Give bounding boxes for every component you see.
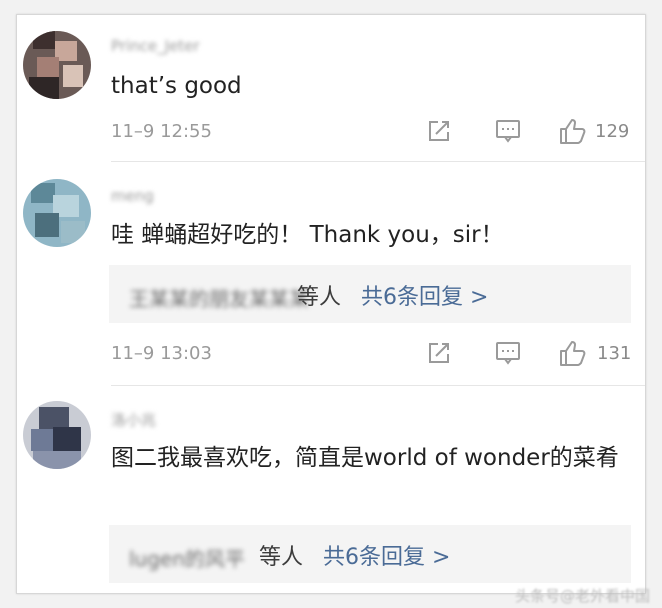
thumbs-up-icon[interactable] (559, 117, 587, 145)
divider (111, 161, 645, 162)
comment-icon[interactable] (495, 119, 521, 143)
reply-summary[interactable]: lugen的风平 等人 共6条回复 > (109, 525, 631, 583)
reply-user-names[interactable]: lugen的风平 (129, 543, 245, 572)
username[interactable]: meng (111, 187, 154, 205)
reply-count-link[interactable]: 共6条回复 > (361, 279, 488, 311)
watermark: 头条号@老外看中国 (514, 587, 650, 605)
share-icon[interactable] (427, 119, 451, 143)
username[interactable]: Prince_Jeter (111, 37, 200, 55)
comment-icon[interactable] (495, 341, 521, 365)
comment-text: 图二我最喜欢吃，简直是world of wonder的菜肴 (111, 445, 619, 471)
avatar[interactable] (23, 31, 91, 99)
comment-list: Prince_Jeter that’s good 11–9 12:55 129 … (16, 14, 646, 594)
avatar[interactable] (23, 401, 91, 469)
divider (111, 385, 645, 386)
comment-time: 11–9 12:55 (111, 121, 212, 142)
username[interactable]: 洛小兆 (111, 409, 156, 429)
comment-time: 11–9 13:03 (111, 343, 212, 364)
share-icon[interactable] (427, 341, 451, 365)
like-count: 129 (595, 121, 630, 142)
reply-user-names[interactable]: 王某某的朋友某某某 (129, 283, 309, 312)
comment-text: that’s good (111, 73, 242, 99)
reply-summary[interactable]: 王某某的朋友某某某 等人 共6条回复 > (109, 265, 631, 323)
reply-suffix: 等人 (259, 545, 304, 570)
avatar[interactable] (23, 179, 91, 247)
thumbs-up-icon[interactable] (559, 339, 587, 367)
reply-suffix: 等人 (297, 285, 342, 310)
reply-count-link[interactable]: 共6条回复 > (323, 539, 450, 571)
like-count: 131 (597, 343, 632, 364)
comment-text: 哇 蝉蛹超好吃的！ Thank you，sir！ (111, 222, 504, 248)
